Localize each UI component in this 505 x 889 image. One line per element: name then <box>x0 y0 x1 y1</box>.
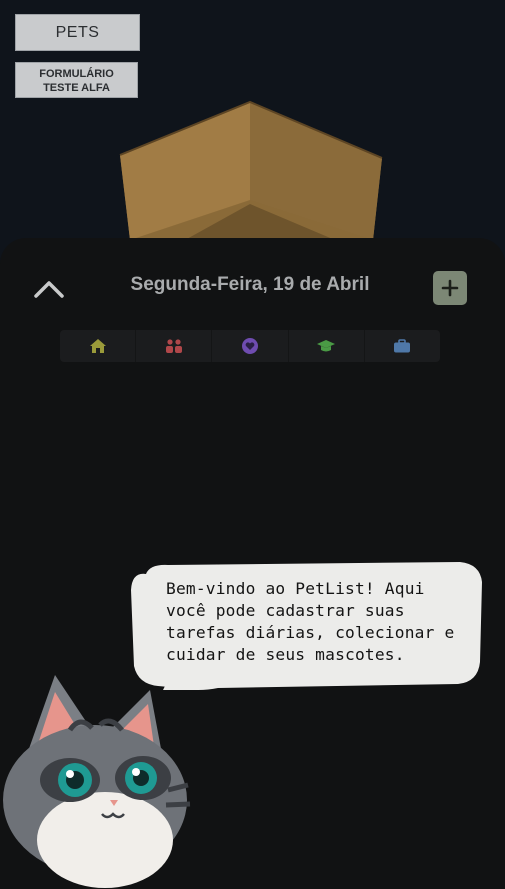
pet-box[interactable] <box>115 100 387 240</box>
tab-health[interactable] <box>212 330 289 362</box>
form-test-alpha-button[interactable]: FORMULÁRIO TESTE ALFA <box>15 62 138 98</box>
tab-work[interactable] <box>365 330 440 362</box>
graduation-cap-icon <box>317 340 336 352</box>
tutorial-line: cuidar de seus mascotes. <box>166 645 405 664</box>
tutorial-line: Bem-vindo ao PetList! Aqui <box>166 579 425 598</box>
add-task-button[interactable] <box>433 271 467 305</box>
tab-home[interactable] <box>60 330 137 362</box>
form-button-line1: FORMULÁRIO <box>39 68 114 80</box>
form-button-line2: TESTE ALFA <box>43 82 110 94</box>
plus-icon <box>441 279 459 297</box>
category-tabs <box>60 330 440 362</box>
tab-education[interactable] <box>289 330 365 362</box>
pets-button[interactable]: PETS <box>15 14 140 51</box>
health-icon <box>242 338 258 354</box>
tab-social[interactable] <box>136 330 213 362</box>
people-icon <box>165 339 182 353</box>
chevron-up-icon[interactable] <box>32 276 66 302</box>
date-title: Segunda-Feira, 19 de Abril <box>130 274 370 295</box>
cat-mascot <box>3 675 191 888</box>
tutorial-message: Bem-vindo ao PetList! Aqui você pode cad… <box>166 578 466 666</box>
tutorial-line: tarefas diárias, colecionar e <box>166 623 455 642</box>
tutorial-line: você pode cadastrar suas <box>166 601 405 620</box>
home-icon <box>89 339 106 353</box>
briefcase-icon <box>394 339 411 353</box>
